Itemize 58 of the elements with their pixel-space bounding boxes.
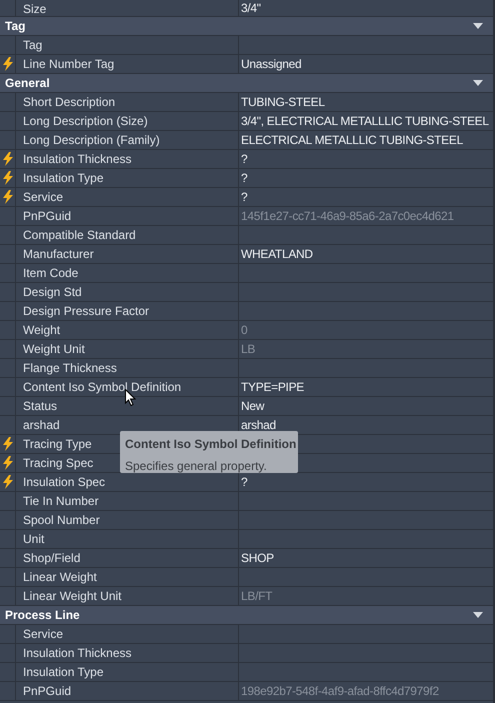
property-label: Size [23,0,46,18]
section-title: General [5,75,50,92]
property-label: Item Code [23,265,78,282]
property-label: Insulation Thickness [23,645,132,662]
property-label: Insulation Spec [23,474,106,491]
tooltip-text: Specifies general property. [125,458,268,475]
section-header[interactable]: Process Line [0,606,493,625]
property-label: Insulation Type [23,664,104,681]
property-label: Weight [23,322,60,339]
property-value[interactable]: ? [241,150,248,168]
property-label: Short Description [23,94,116,111]
collapse-icon[interactable] [473,80,483,86]
property-label: PnPGuid [23,683,72,700]
section-header[interactable]: Tag [0,17,493,36]
property-value[interactable]: 3/4" [241,0,261,17]
property-label: Service [23,189,64,206]
property-label: Tie In Number [23,493,99,510]
property-value[interactable]: ELECTRICAL METALLLIC TUBING-STEEL [241,131,463,149]
section-header[interactable]: General [0,74,493,93]
property-label: Design Pressure Factor [23,303,150,320]
property-label: Tag [23,37,42,54]
property-label: Service [23,626,64,643]
property-value[interactable]: 3/4", ELECTRICAL METALLLIC TUBING-STEEL [241,112,489,130]
property-value[interactable]: WHEATLAND [241,245,313,263]
property-label: Flange Thickness [23,360,117,377]
property-value[interactable]: ? [241,473,248,491]
property-label: Manufacturer [23,246,94,263]
property-value[interactable]: TYPE=PIPE [241,378,304,396]
property-label: Content Iso Symbol Definition [23,379,182,396]
property-label: Linear Weight [23,569,97,586]
property-label: Tracing Type [23,436,92,453]
property-label: Unit [23,531,44,548]
property-value[interactable]: SHOP [241,549,274,567]
property-label: PnPGuid [23,208,72,225]
property-label: Design Std [23,284,82,301]
property-label: Line Number Tag [23,56,114,73]
property-value[interactable]: arshad [241,416,276,434]
property-label: Spool Number [23,512,100,529]
property-label: Linear Weight Unit [23,588,122,605]
property-label: Compatible Standard [23,227,136,244]
property-value[interactable]: ? [241,169,248,187]
property-value[interactable]: TUBING-STEEL [241,93,325,111]
property-value[interactable]: Unassigned [241,55,302,73]
property-label: Weight Unit [23,341,85,358]
section-title: Process Line [5,607,80,624]
property-label: Long Description (Family) [23,132,160,149]
property-value[interactable]: ? [241,188,248,206]
property-label: Long Description (Size) [23,113,148,130]
collapse-icon[interactable] [473,23,483,29]
property-value[interactable]: New [241,397,264,415]
collapse-icon[interactable] [473,612,483,618]
property-label: arshad [23,417,60,434]
property-label: Tracing Spec [23,455,94,472]
property-label: Status [23,398,58,415]
property-label: Shop/Field [23,550,80,567]
property-label: Insulation Type [23,170,104,187]
property-label: Insulation Thickness [23,151,132,168]
section-title: Tag [5,18,26,35]
